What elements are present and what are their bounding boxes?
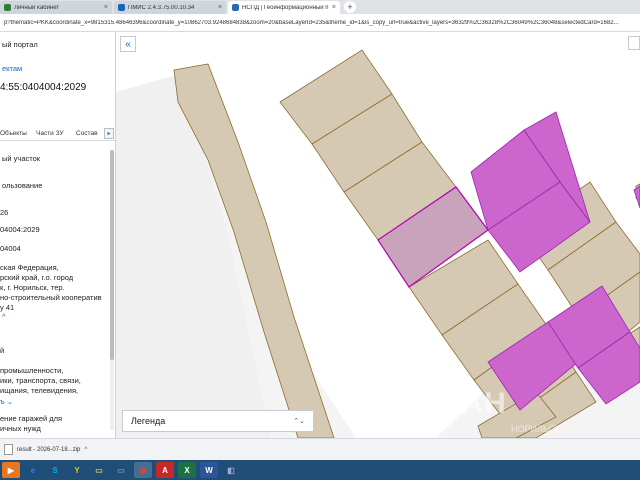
- zip-file-icon: [4, 444, 13, 455]
- map-tool-button[interactable]: [628, 36, 640, 50]
- watermark-text: ЦИАН: [416, 387, 507, 420]
- info-line: 26: [0, 208, 9, 217]
- folder-icon[interactable]: ▭: [90, 462, 108, 478]
- info-line: рский край, г.о. город: [0, 273, 74, 282]
- info-line: к, г. Норильск, тер.: [0, 283, 65, 292]
- info-line: у 41: [0, 303, 15, 312]
- close-tab-icon[interactable]: ×: [332, 4, 336, 11]
- expand-address-icon[interactable]: ^: [2, 312, 6, 321]
- nspd-favicon-icon: [232, 4, 239, 11]
- tab-objects[interactable]: Объекты: [0, 130, 27, 137]
- address-bar[interactable]: p?thematic=PKK&coordinate_x=9815315.4864…: [0, 14, 640, 32]
- yandex-browser-icon[interactable]: Y: [68, 462, 86, 478]
- cadastral-number: 4:55:0404004:2029: [0, 82, 87, 93]
- info-line: но-строительный кооператив: [0, 293, 102, 302]
- info-line: промышленности,: [0, 366, 64, 375]
- chrome-icon[interactable]: ◉: [134, 462, 152, 478]
- pmis-favicon-icon: [118, 4, 125, 11]
- legend-label: Легенда: [131, 416, 166, 426]
- layers-link[interactable]: ектам: [2, 64, 22, 73]
- downloads-bar: result - 2026-07-18...zip ^: [0, 438, 640, 460]
- tab-label: НСПД | Геоинформационный п: [242, 4, 329, 11]
- new-tab-button[interactable]: +: [344, 1, 356, 13]
- object-info-panel: ый портал ектам 4:55:0404004:2029 Объект…: [0, 32, 116, 438]
- map-canvas[interactable]: [116, 32, 640, 438]
- legend-dropdown[interactable]: Легенда ⌃⌄: [122, 410, 314, 432]
- info-line: 04004: [0, 244, 21, 253]
- download-item[interactable]: result - 2026-07-18...zip ^: [4, 444, 87, 455]
- cabinet-favicon-icon: [4, 4, 11, 11]
- portal-title: ый портал: [2, 40, 38, 49]
- skype-icon[interactable]: S: [46, 462, 64, 478]
- app-icon[interactable]: ◧: [222, 462, 240, 478]
- collapse-panel-button[interactable]: «: [120, 36, 136, 52]
- subtabs-scroll-right-icon[interactable]: ▸: [104, 128, 114, 139]
- info-line: ользование: [2, 181, 43, 190]
- download-menu-caret-icon[interactable]: ^: [84, 447, 87, 453]
- watermark-subtext: НОРИЛЬСК: [511, 424, 561, 434]
- info-line: ищания, телевидения,: [0, 386, 79, 395]
- tab-composition[interactable]: Состав: [76, 130, 98, 137]
- excel-icon[interactable]: X: [178, 462, 196, 478]
- word-icon[interactable]: W: [200, 462, 218, 478]
- start-button-icon[interactable]: ▶: [2, 462, 20, 478]
- tab-label: ПМИС 2.4.3.75.00.10.34: [128, 4, 195, 11]
- browser-tab-strip: Личный кабинет × ПМИС 2.4.3.75.00.10.34 …: [0, 0, 640, 14]
- panel-subtabs: Объекты Части ЗУ Состав ▸: [0, 127, 115, 141]
- show-more-link[interactable]: ъ ⌄: [0, 397, 13, 406]
- close-tab-icon[interactable]: ×: [104, 4, 108, 11]
- explorer-icon[interactable]: e: [24, 462, 42, 478]
- info-line: ение гаражей для: [0, 414, 63, 423]
- browser-tab-pmis[interactable]: ПМИС 2.4.3.75.00.10.34 ×: [114, 1, 226, 14]
- info-line: ская Федерация,: [0, 263, 59, 272]
- cadastral-map[interactable]: « ЦИАН НОРИЛЬСК Легенда ⌃⌄: [116, 32, 640, 438]
- info-line: ый участок: [2, 154, 41, 163]
- window-icon[interactable]: ▭: [112, 462, 130, 478]
- close-tab-icon[interactable]: ×: [218, 4, 222, 11]
- info-line: й: [0, 346, 5, 355]
- info-line: ичных нужд: [0, 424, 41, 433]
- info-line: ики, транспорта, связи,: [0, 376, 81, 385]
- tab-zu-parts[interactable]: Части ЗУ: [36, 130, 64, 137]
- url-text[interactable]: p?thematic=PKK&coordinate_x=9815315.4864…: [4, 20, 636, 26]
- browser-tab-nspd[interactable]: НСПД | Геоинформационный п ×: [228, 1, 340, 14]
- panel-scrollbar[interactable]: [110, 150, 114, 430]
- scrollbar-thumb[interactable]: [110, 150, 114, 360]
- download-filename[interactable]: result - 2026-07-18...zip: [17, 447, 80, 453]
- browser-tab-cabinet[interactable]: Личный кабинет ×: [0, 1, 112, 14]
- pdf-reader-icon[interactable]: A: [156, 462, 174, 478]
- os-taskbar: ▶ e S Y ▭ ▭ ◉ A X W ◧: [0, 460, 640, 480]
- legend-caret-icon: ⌃⌄: [293, 418, 305, 425]
- tab-label: Личный кабинет: [14, 4, 60, 11]
- info-line: 04004:2029: [0, 225, 40, 234]
